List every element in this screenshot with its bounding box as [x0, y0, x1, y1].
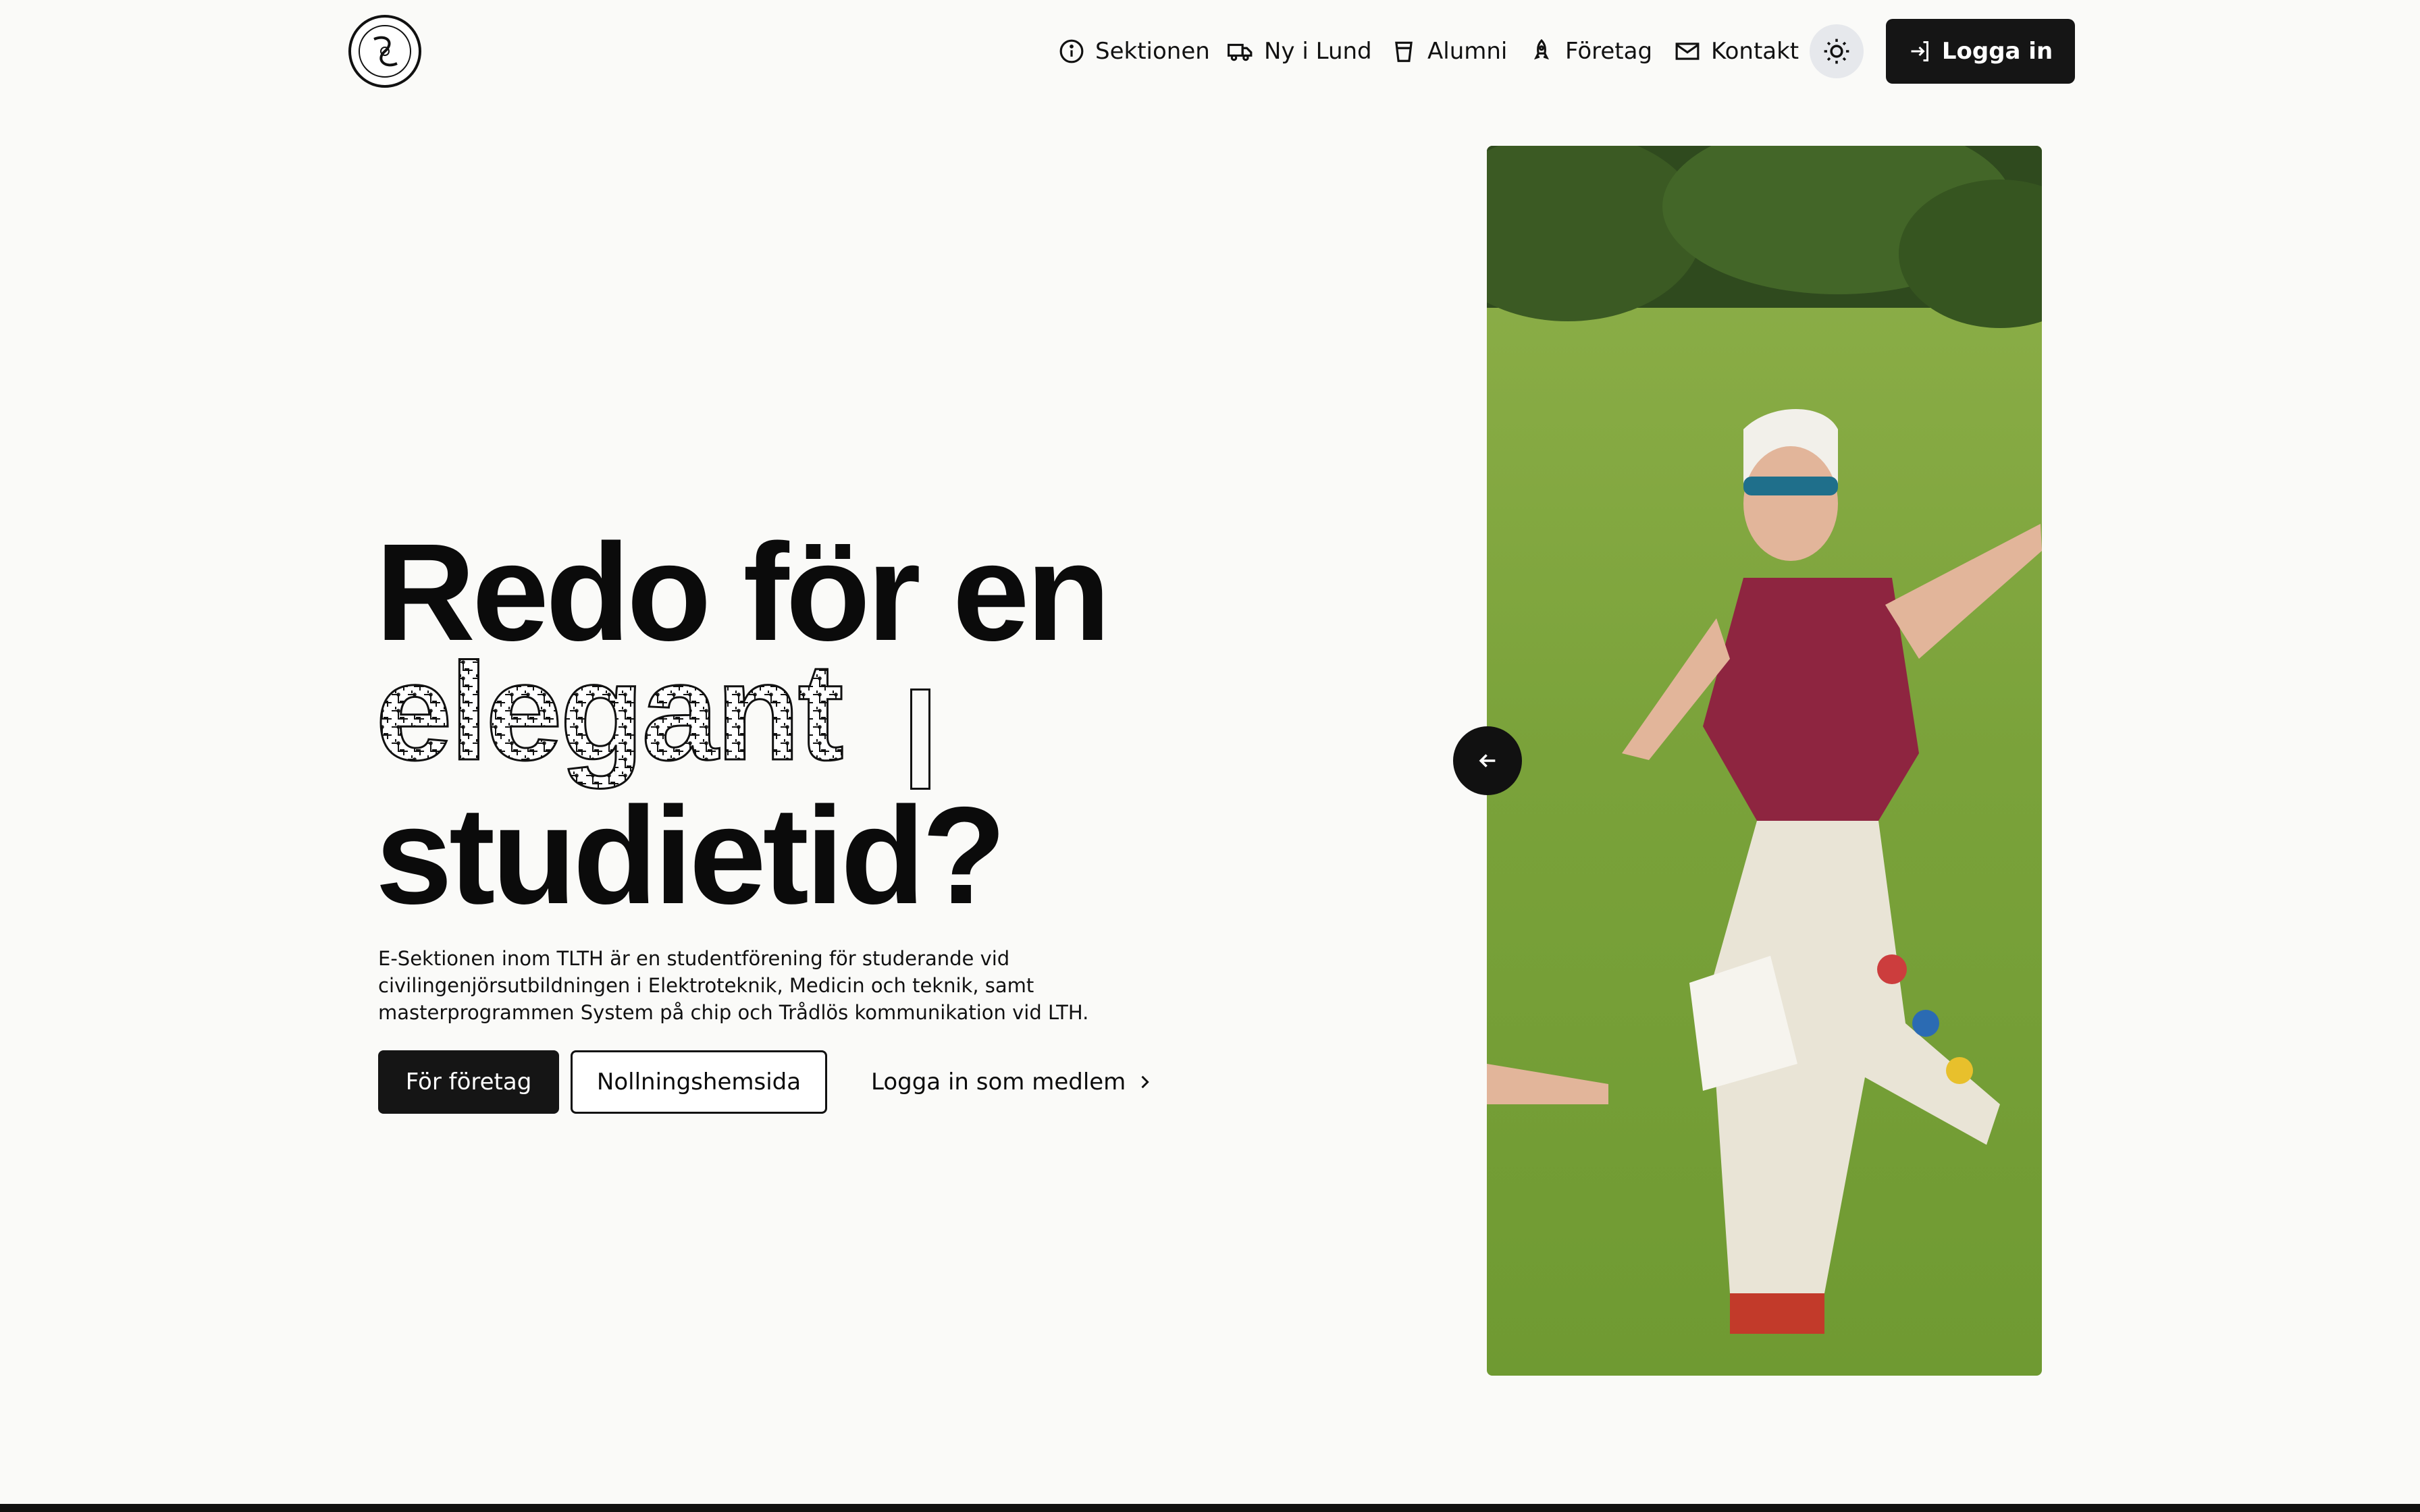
nav-label: Företag — [1565, 38, 1653, 65]
nav-label: Kontakt — [1711, 38, 1799, 65]
nav-alumni[interactable]: Alumni — [1391, 19, 1507, 84]
nav-ny-i-lund[interactable]: Ny i Lund — [1228, 19, 1372, 84]
nav-label: Alumni — [1427, 38, 1508, 65]
theme-toggle-button[interactable] — [1810, 24, 1864, 78]
logo[interactable] — [347, 14, 423, 89]
sun-icon — [1824, 38, 1849, 64]
headline-animated-word: elegant — [375, 634, 1107, 790]
arrow-left-icon — [1479, 754, 1496, 767]
text-cursor — [910, 688, 930, 790]
carousel-prev-button[interactable] — [1453, 726, 1522, 795]
for-companies-button[interactable]: För företag — [378, 1050, 559, 1114]
hero-description: E-Sektionen inom TLTH är en studentfören… — [378, 947, 1089, 1024]
nav-kontakt[interactable]: Kontakt — [1675, 19, 1799, 84]
nav-sektionen[interactable]: Sektionen — [1059, 19, 1210, 84]
nav-label: Sektionen — [1095, 38, 1210, 65]
bottom-divider — [0, 1504, 2420, 1512]
chevron-right-icon — [1141, 1075, 1150, 1089]
login-label: Logga in — [1941, 38, 2053, 65]
headline-line-3: studietid? — [375, 778, 1006, 933]
headline-word: elegant — [375, 658, 842, 789]
nollning-site-button[interactable]: Nollningshemsida — [571, 1050, 827, 1114]
headline-line-1: Redo för en — [375, 515, 1111, 670]
rocket-icon — [1533, 38, 1550, 60]
truck-icon — [1228, 43, 1253, 61]
info-icon — [1059, 39, 1084, 63]
hero-headline: Redo för en elegant studietid? — [375, 515, 1111, 933]
hero-image — [1487, 146, 2042, 1376]
nav-foretag[interactable]: Företag — [1529, 19, 1652, 84]
member-login-link[interactable]: Logga in som medlem — [871, 1050, 1154, 1114]
circuit-pattern-text: elegant — [375, 634, 846, 790]
mail-icon — [1675, 43, 1700, 60]
member-login-label: Logga in som medlem — [871, 1069, 1126, 1096]
cup-icon — [1395, 41, 1413, 62]
login-icon — [1911, 41, 1928, 61]
nav-label: Ny i Lund — [1264, 38, 1372, 65]
login-button[interactable]: Logga in — [1886, 19, 2075, 84]
